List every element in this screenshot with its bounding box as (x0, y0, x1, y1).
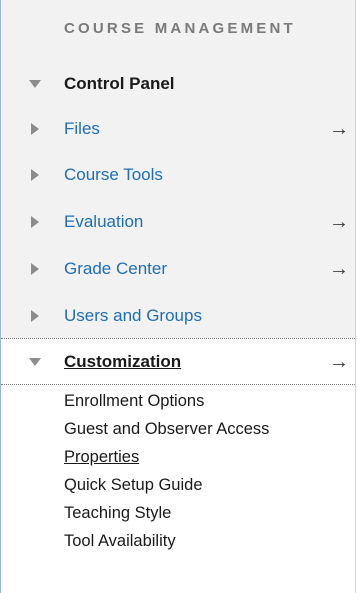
course-management-panel: COURSE MANAGEMENT Control Panel Files → … (0, 0, 356, 593)
menu-item-course-tools[interactable]: Course Tools (1, 151, 355, 198)
menu-item-users-and-groups[interactable]: Users and Groups (1, 292, 355, 339)
menu-item-files[interactable]: Files → (1, 105, 355, 152)
menu-item-label[interactable]: Users and Groups (64, 306, 202, 326)
triangle-right-icon[interactable] (31, 262, 39, 275)
divider (1, 384, 355, 385)
submenu-item-guest-observer-access[interactable]: Guest and Observer Access (64, 415, 269, 443)
menu-item-label[interactable]: Evaluation (64, 212, 143, 232)
submenu-item-properties[interactable]: Properties (64, 443, 269, 471)
triangle-right-icon[interactable] (31, 168, 39, 181)
section-title: COURSE MANAGEMENT (64, 20, 296, 37)
arrow-right-icon[interactable]: → (329, 119, 349, 139)
arrow-right-icon[interactable]: → (329, 352, 349, 372)
menu-item-evaluation[interactable]: Evaluation → (1, 198, 355, 245)
arrow-right-icon[interactable]: → (329, 212, 349, 232)
submenu-item-quick-setup-guide[interactable]: Quick Setup Guide (64, 471, 269, 499)
submenu-item-teaching-style[interactable]: Teaching Style (64, 499, 269, 527)
triangle-right-icon[interactable] (31, 215, 39, 228)
menu-item-control-panel[interactable]: Control Panel (1, 60, 355, 107)
menu-item-grade-center[interactable]: Grade Center → (1, 245, 355, 292)
triangle-right-icon[interactable] (31, 122, 39, 135)
triangle-down-icon[interactable] (29, 79, 41, 88)
submenu-item-tool-availability[interactable]: Tool Availability (64, 527, 269, 555)
menu-item-label[interactable]: Customization (64, 352, 181, 372)
menu-item-label[interactable]: Grade Center (64, 259, 167, 279)
menu-item-label[interactable]: Files (64, 119, 100, 139)
menu-item-label[interactable]: Control Panel (64, 74, 175, 94)
triangle-down-icon[interactable] (29, 358, 41, 366)
menu-item-label[interactable]: Course Tools (64, 165, 163, 185)
arrow-right-icon[interactable]: → (329, 259, 349, 279)
submenu-item-enrollment-options[interactable]: Enrollment Options (64, 387, 269, 415)
customization-submenu: Enrollment Options Guest and Observer Ac… (64, 387, 269, 555)
triangle-right-icon[interactable] (31, 309, 39, 322)
menu-item-customization[interactable]: Customization → (1, 337, 355, 387)
